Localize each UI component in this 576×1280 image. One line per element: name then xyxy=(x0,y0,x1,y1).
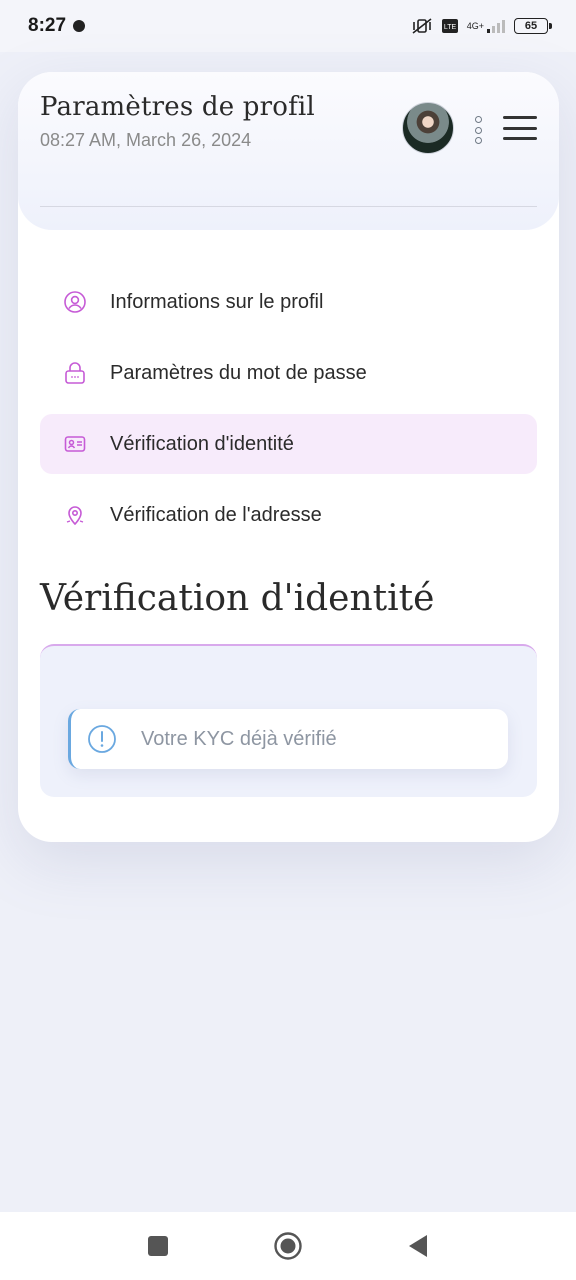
page-title: Paramètres de profil xyxy=(40,92,315,122)
status-bar: 8:27 LTE 4G+ 65 xyxy=(0,0,576,52)
profile-card: Paramètres de profil 08:27 AM, March 26,… xyxy=(18,72,559,842)
kebab-dot xyxy=(474,137,482,144)
signal-icon: 4G+ xyxy=(467,18,506,34)
volte-icon: LTE xyxy=(441,18,459,34)
kebab-dot xyxy=(474,116,482,123)
avatar[interactable] xyxy=(402,102,454,154)
hamburger-line xyxy=(503,126,537,130)
network-type: 4G+ xyxy=(466,21,484,31)
info-icon xyxy=(87,724,117,754)
menu-item-profile-info[interactable]: Informations sur le profil xyxy=(40,272,537,332)
profile-menu: Informations sur le profil Paramètres du… xyxy=(40,272,537,556)
menu-item-password-settings[interactable]: Paramètres du mot de passe xyxy=(40,343,537,403)
menu-item-identity-verification[interactable]: Vérification d'identité xyxy=(40,414,537,474)
id-card-icon xyxy=(62,431,88,457)
system-nav-bar xyxy=(0,1212,576,1280)
kyc-status-alert: Votre KYC déjà vérifié xyxy=(68,709,508,769)
section-title: Vérification d'identité xyxy=(40,578,435,619)
menu-item-label: Vérification d'identité xyxy=(110,432,294,455)
kyc-panel: Votre KYC déjà vérifié xyxy=(40,644,537,797)
alert-text: Votre KYC déjà vérifié xyxy=(141,727,337,750)
lock-icon xyxy=(62,360,88,386)
battery-icon: 65 xyxy=(514,18,552,34)
menu-item-label: Paramètres du mot de passe xyxy=(110,361,367,384)
kebab-dot xyxy=(474,126,482,134)
vibrate-mute-icon xyxy=(411,17,433,35)
page-datetime: 08:27 AM, March 26, 2024 xyxy=(40,130,252,150)
svg-text:LTE: LTE xyxy=(444,24,457,31)
hamburger-menu-icon[interactable] xyxy=(503,116,537,140)
hamburger-line xyxy=(503,137,537,140)
menu-item-label: Informations sur le profil xyxy=(110,290,324,313)
map-pin-icon xyxy=(62,502,88,528)
card-header: Paramètres de profil 08:27 AM, March 26,… xyxy=(18,72,559,230)
recent-apps-button[interactable] xyxy=(143,1231,173,1261)
menu-item-address-verification[interactable]: Vérification de l'adresse xyxy=(40,485,537,545)
hamburger-line xyxy=(503,116,537,119)
more-options-icon[interactable] xyxy=(470,116,486,144)
status-time: 8:27 xyxy=(28,15,67,36)
user-circle-icon xyxy=(62,289,88,315)
status-left: 8:27 xyxy=(28,15,86,37)
status-right: LTE 4G+ 65 xyxy=(411,17,552,35)
menu-item-label: Vérification de l'adresse xyxy=(110,503,322,526)
battery-level: 65 xyxy=(524,20,538,32)
header-divider xyxy=(40,206,537,207)
home-button[interactable] xyxy=(273,1231,303,1261)
chat-bubble-icon xyxy=(72,19,86,33)
back-button[interactable] xyxy=(403,1231,433,1261)
